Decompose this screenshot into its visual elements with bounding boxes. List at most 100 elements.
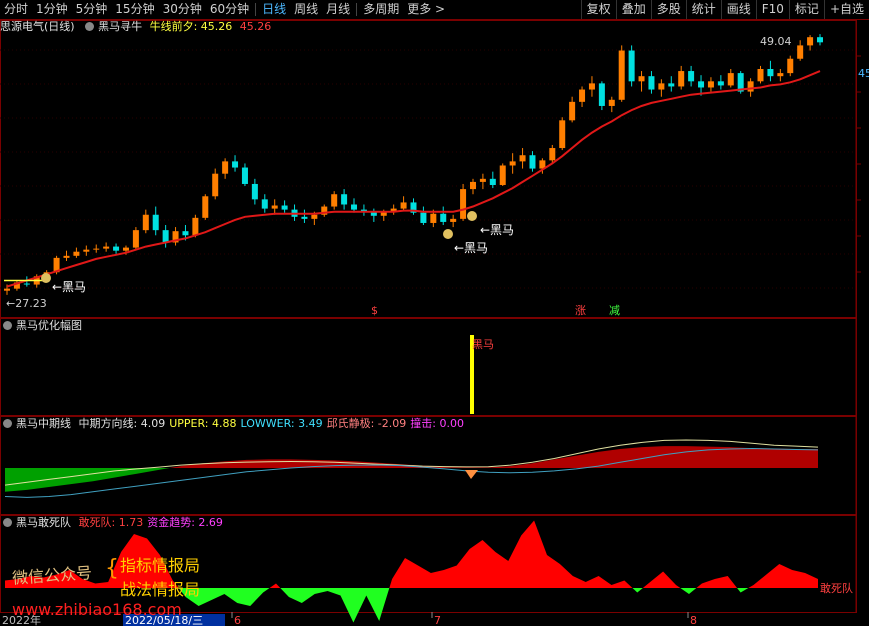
candle-body [182,231,189,236]
candle-body [529,155,536,169]
candle-body [707,81,714,88]
toolbar-button[interactable]: 复权 [580,0,616,19]
period-tab[interactable]: 30分钟 [159,0,206,19]
candle-body [747,81,754,92]
panel4-header: 黑马敢死队 敢死队: 1.73 资金趋势: 2.69 [0,515,231,531]
stock-name: 思源电气(日线) [0,20,75,33]
candle-body [430,213,437,223]
candle-body [658,83,665,90]
period-tab[interactable]: 60分钟 [206,0,253,19]
watermark-url: www.zhibiao168.com [12,600,182,619]
candle-body [132,230,139,248]
signal-label: ←黑马 [480,223,514,237]
money-bag-icon [467,211,477,221]
panel2-title[interactable]: 黑马优化幅图 [16,319,82,332]
candle-body [588,83,595,90]
period-tab[interactable]: 周线 [290,0,322,19]
indicator-value: LOWWER: 3.49 [240,417,323,430]
candle-body [122,247,129,251]
indicator-value: 撞击: 0.00 [410,417,464,430]
signal-label: ←黑马 [52,280,86,294]
settings-dot-icon[interactable] [3,518,12,527]
price-high-label: 49.04 [760,35,792,48]
candle-body [192,217,199,236]
period-tab[interactable]: 更多 > [403,0,449,19]
candle-body [341,194,348,205]
period-tab[interactable]: 15分钟 [111,0,158,19]
candle-body [142,214,149,231]
money-bag-icon [443,229,453,239]
main-panel-header: 思源电气(日线) 黑马寻牛 牛线前夕: 45.26 45.26 [0,19,275,35]
candle-body [261,199,268,209]
panel-border [0,20,857,318]
candle-body [301,216,308,219]
candle-body [311,214,318,219]
candle-body [549,148,556,161]
candle-body [271,205,278,209]
panel-border [0,318,857,416]
watermark-brand2: 战法情报局 [120,580,201,599]
candle-body [400,202,407,209]
toolbar-button[interactable]: 多股 [650,0,686,19]
indicator-value: 中期方向线: 4.09 [78,417,166,430]
candle-body [23,283,30,285]
period-tab[interactable]: 月线 [322,0,354,19]
chart-area[interactable]: 49.04←27.2345←黑马←黑马←黑马$ 涨减 黑马 敢死队 2022年 20… [0,20,869,626]
candle-body [83,249,90,252]
toolbar-separator [356,3,358,16]
candle-body [440,213,447,222]
indicator-name[interactable]: 黑马寻牛 [98,20,142,33]
candle-body [519,155,526,162]
candle-body [351,204,358,210]
bull-line-value: 牛线前夕: 45.26 [149,20,233,33]
candle-body [559,120,566,149]
candle-body [232,161,239,168]
candle-body [727,73,734,86]
signal-label: ←黑马 [454,241,488,255]
settings-dot-icon[interactable] [3,419,12,428]
period-tab[interactable]: 分时 [0,0,32,19]
panel4-title[interactable]: 黑马敢死队 [16,516,71,529]
brace-icon: { [105,556,119,581]
candle-body [460,189,467,219]
period-tab[interactable]: 5分钟 [72,0,112,19]
marker-label: 减 [609,304,620,317]
toolbar-button[interactable]: 画线 [720,0,756,19]
settings-dot-icon[interactable] [3,321,12,330]
period-tab[interactable]: 多周期 [359,0,403,19]
panel3-title[interactable]: 黑马中期线 [16,417,71,430]
candle-body [579,89,586,102]
toolbar-button[interactable]: +自选 [823,0,869,19]
candle-body [4,288,10,291]
candle-body [152,214,159,231]
candle-body [202,196,209,218]
toolbar-button[interactable]: 统计 [685,0,721,19]
candle-body [420,212,427,223]
candle-body [807,37,814,46]
bar-label: 黑马 [472,338,494,351]
candle-body [73,251,80,256]
candle-body [698,81,705,88]
period-tab[interactable]: 1分钟 [32,0,72,19]
candle-body [103,246,110,249]
settings-dot-icon[interactable] [85,22,95,31]
marker-label: 涨 [575,304,586,317]
indicator-value: 邱氏静极: -2.09 [326,417,407,430]
candle-body [489,178,496,185]
panel3-header: 黑马中期线 中期方向线: 4.09 UPPER: 4.88 LOWWER: 3.49… [0,416,472,432]
toolbar-button[interactable]: 标记 [788,0,824,19]
diamond-icon [465,470,478,479]
candle-body [767,69,774,77]
indicator-value: UPPER: 4.88 [169,417,237,430]
toolbar-button[interactable]: F10 [755,0,789,19]
axis-label: 8 [690,614,697,626]
candle-body [717,81,724,86]
toolbar-button[interactable]: 叠加 [615,0,651,19]
panel2-header: 黑马优化幅图 [0,318,86,334]
marker-label: $ [371,304,378,317]
indicator-value: 敢死队: 1.73 [78,516,144,529]
period-tab[interactable]: 日线 [258,0,290,19]
candle-body [757,69,764,82]
candle-body [469,181,476,190]
indicator-value: 资金趋势: 2.69 [147,516,223,529]
